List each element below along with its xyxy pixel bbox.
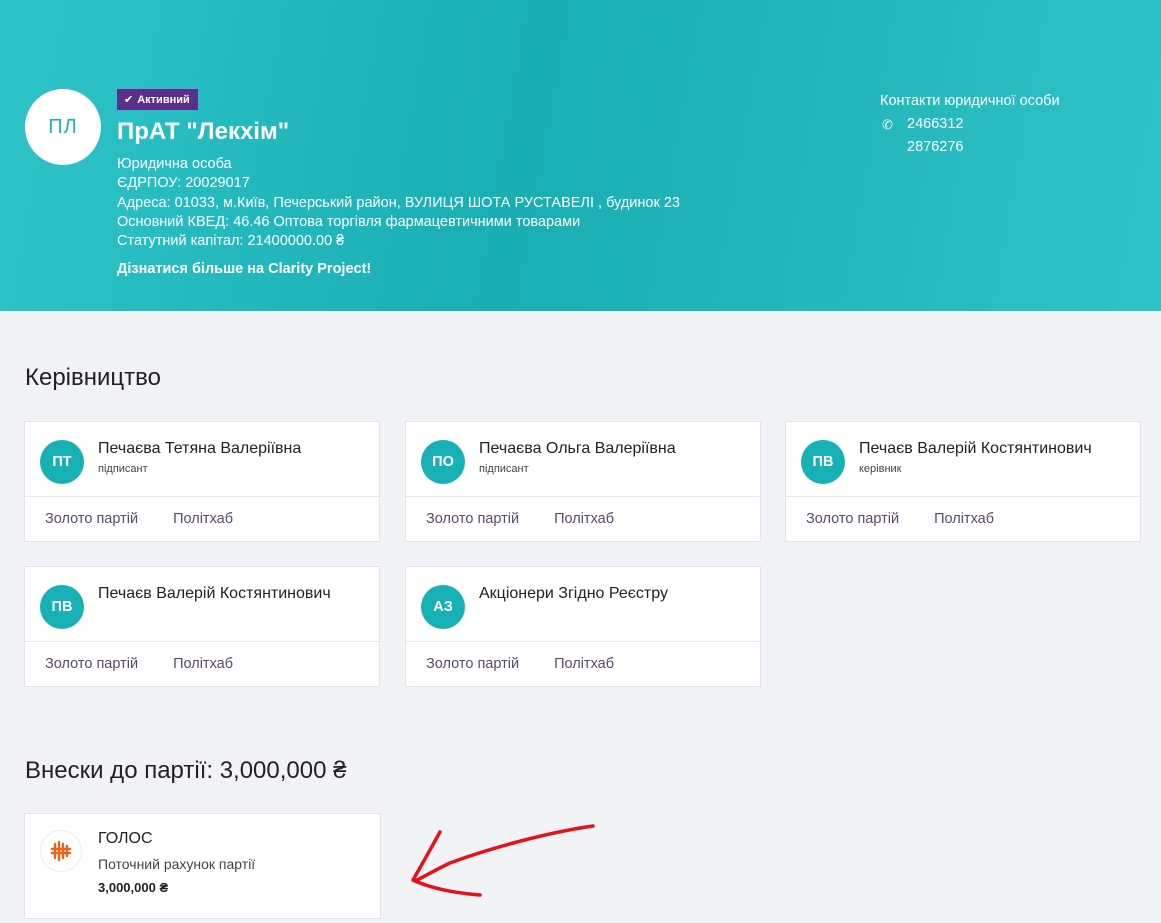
gold-parties-link[interactable]: Золото партій: [45, 511, 138, 527]
check-icon: ✔: [124, 94, 134, 106]
company-name: ПрАТ "Лекхім": [117, 118, 290, 145]
phone-number[interactable]: 2466312: [907, 113, 963, 136]
status-badge: ✔ Активний: [117, 89, 198, 110]
politkhab-link[interactable]: Політхаб: [173, 511, 233, 527]
company-capital: Статутний капітал: 21400000.00 ₴: [117, 233, 345, 250]
gold-parties-link[interactable]: Золото партій: [806, 511, 899, 527]
company-info: Юридична особа ЄДРПОУ: 20029017 Адреса: …: [117, 155, 680, 251]
person-role: підписант: [98, 463, 148, 475]
person-name[interactable]: Печаєв Валерій Костянтинович: [859, 440, 1092, 458]
contacts-title: Контакти юридичної особи: [880, 93, 1060, 109]
person-name[interactable]: Акціонери Згідно Реєстру: [479, 585, 668, 603]
person-role: підписант: [479, 463, 529, 475]
person-name[interactable]: Печаєв Валерій Костянтинович: [98, 585, 331, 603]
politkhab-link[interactable]: Політхаб: [554, 656, 614, 672]
person-name[interactable]: Печаєва Ольга Валеріївна: [479, 440, 676, 458]
company-kved: Основний КВЕД: 46.46 Оптова торгівля фар…: [117, 213, 581, 230]
company-address: Адреса: 01033, м.Київ, Печерський район,…: [117, 194, 680, 211]
party-logo-icon: [40, 830, 82, 872]
party-name: ГОЛОС: [98, 830, 153, 847]
person-card: ПТ Печаєва Тетяна Валеріївна підписант З…: [24, 421, 380, 542]
donations-title: Внески до партії: 3,000,000 ₴: [25, 757, 347, 784]
politkhab-link[interactable]: Політхаб: [173, 656, 233, 672]
status-badge-label: Активний: [137, 93, 190, 106]
phone-icon: ✆: [882, 117, 893, 132]
contacts-block: Контакти юридичної особи ✆ 2466312 28762…: [880, 90, 1060, 159]
person-card: ПВ Печаєв Валерій Костянтинович керівник…: [785, 421, 1141, 542]
phone-number[interactable]: 2876276: [907, 136, 963, 159]
gold-parties-link[interactable]: Золото партій: [45, 656, 138, 672]
gold-parties-link[interactable]: Золото партій: [426, 511, 519, 527]
donation-card[interactable]: ГОЛОС Поточний рахунок партії 3,000,000 …: [24, 813, 381, 919]
person-name[interactable]: Печаєва Тетяна Валеріївна: [98, 440, 301, 458]
avatar: ПО: [421, 440, 465, 484]
avatar: ПТ: [40, 440, 84, 484]
person-role: керівник: [859, 463, 902, 475]
avatar: АЗ: [421, 585, 465, 629]
phone-row: ✆ 2466312: [880, 113, 1060, 136]
avatar: ПВ: [40, 585, 84, 629]
person-card: АЗ Акціонери Згідно Реєстру Золото парті…: [405, 566, 761, 687]
management-title: Керівництво: [25, 364, 161, 391]
annotation-arrow-icon: [411, 824, 595, 897]
company-header: ПЛ ✔ Активний ПрАТ "Лекхім" Юридична осо…: [0, 0, 1161, 311]
gold-parties-link[interactable]: Золото партій: [426, 656, 519, 672]
phone-row: 2876276: [880, 136, 1060, 159]
person-card: ПО Печаєва Ольга Валеріївна підписант Зо…: [405, 421, 761, 542]
politkhab-link[interactable]: Політхаб: [554, 511, 614, 527]
company-type: Юридична особа: [117, 156, 232, 172]
donation-amount: 3,000,000 ₴: [98, 880, 169, 895]
company-avatar: ПЛ: [25, 89, 101, 165]
politkhab-link[interactable]: Політхаб: [934, 511, 994, 527]
account-type: Поточний рахунок партії: [98, 856, 256, 872]
party-logo-graphic: [50, 840, 72, 862]
avatar: ПВ: [801, 440, 845, 484]
company-edrpou: ЄДРПОУ: 20029017: [117, 175, 250, 192]
person-card: ПВ Печаєв Валерій Костянтинович Золото п…: [24, 566, 380, 687]
clarity-project-link[interactable]: Дізнатися більше на Clarity Project!: [117, 261, 371, 277]
